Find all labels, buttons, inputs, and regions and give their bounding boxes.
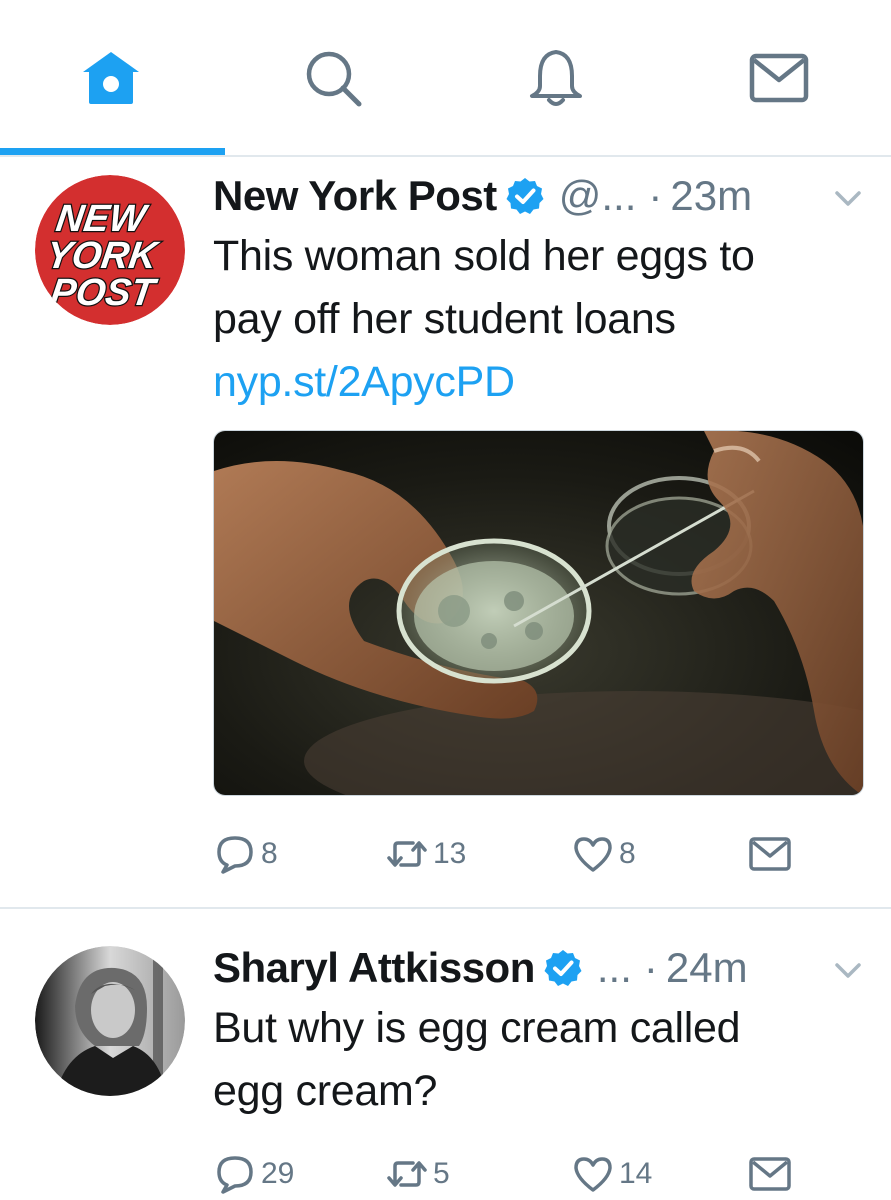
- timestamp[interactable]: 24m: [666, 944, 748, 992]
- chevron-down-icon[interactable]: [831, 953, 865, 987]
- heart-icon: [574, 837, 612, 872]
- tweet-text-line: This woman sold her eggs to: [213, 232, 755, 280]
- retweet-icon: [387, 1161, 427, 1187]
- tweet-text: But why is egg cream called egg cream?: [213, 997, 865, 1123]
- envelope-icon: [749, 1157, 791, 1191]
- petri-dish-photo: [214, 431, 863, 795]
- tweet-actions: 8 13 8: [213, 829, 813, 879]
- home-icon: [83, 51, 139, 104]
- tweet[interactable]: Sharyl Attkisson ... · 24m But why is eg…: [0, 911, 891, 1200]
- author-name[interactable]: Sharyl Attkisson: [213, 944, 535, 992]
- like-count: 14: [619, 1157, 653, 1190]
- tab-notifications[interactable]: [445, 0, 667, 155]
- heart-icon: [574, 1157, 612, 1192]
- tab-search[interactable]: [222, 0, 444, 155]
- reply-count: 8: [261, 837, 278, 870]
- tweet-content: New York Post @... · 23m This woman sold…: [213, 167, 865, 414]
- retweet-count: 13: [433, 837, 467, 870]
- tweet-text-line: egg cream?: [213, 1067, 438, 1115]
- tweet-header: Sharyl Attkisson ... · 24m: [213, 939, 865, 997]
- tweet-content: Sharyl Attkisson ... · 24m But why is eg…: [213, 939, 865, 1123]
- tweet-media-image[interactable]: [213, 430, 864, 796]
- reply-button[interactable]: 8: [213, 829, 278, 879]
- tweet-header: New York Post @... · 23m: [213, 167, 865, 225]
- tweet-text-line: But why is egg cream called: [213, 1004, 741, 1052]
- tab-messages[interactable]: [668, 0, 890, 155]
- retweet-count: 5: [433, 1157, 450, 1190]
- direct-message-button[interactable]: [748, 1149, 796, 1199]
- separator-dot: ·: [648, 172, 663, 219]
- author-handle[interactable]: @...: [559, 172, 637, 220]
- tweet-actions: 29 5 14: [213, 1149, 813, 1199]
- envelope-icon: [749, 53, 809, 102]
- like-button[interactable]: 14: [571, 1149, 652, 1199]
- author-photo: [35, 946, 185, 1096]
- timestamp[interactable]: 23m: [670, 172, 752, 220]
- new-york-post-logo: NEW YORK POST: [35, 175, 185, 325]
- verified-badge-icon: [506, 178, 544, 214]
- reply-count: 29: [261, 1157, 295, 1190]
- retweet-button[interactable]: 5: [385, 1149, 450, 1199]
- separator-dot: ·: [643, 944, 658, 991]
- verified-badge-icon: [544, 950, 582, 986]
- retweet-icon: [387, 841, 427, 867]
- reply-icon: [217, 836, 253, 874]
- reply-button[interactable]: 29: [213, 1149, 294, 1199]
- tab-home[interactable]: [0, 0, 222, 155]
- reply-icon: [217, 1156, 253, 1194]
- avatar[interactable]: [35, 946, 185, 1096]
- like-count: 8: [619, 837, 636, 870]
- author-handle[interactable]: ...: [597, 944, 632, 992]
- bell-icon: [530, 49, 582, 106]
- avatar[interactable]: NEW YORK POST: [35, 175, 185, 325]
- direct-message-button[interactable]: [748, 829, 796, 879]
- svg-text:POST: POST: [48, 271, 160, 314]
- tweet-link[interactable]: nyp.st/2ApycPD: [213, 351, 865, 414]
- search-icon: [306, 51, 362, 106]
- retweet-button[interactable]: 13: [385, 829, 466, 879]
- tweet[interactable]: NEW YORK POST New York Post @... · 23m T…: [0, 157, 891, 909]
- tweet-text-line: pay off her student loans: [213, 295, 676, 343]
- author-name[interactable]: New York Post: [213, 172, 497, 220]
- like-button[interactable]: 8: [571, 829, 636, 879]
- chevron-down-icon[interactable]: [831, 181, 865, 215]
- envelope-icon: [749, 837, 791, 871]
- tweet-text: This woman sold her eggs to pay off her …: [213, 225, 865, 414]
- active-tab-indicator: [0, 148, 225, 155]
- top-nav: [0, 0, 891, 157]
